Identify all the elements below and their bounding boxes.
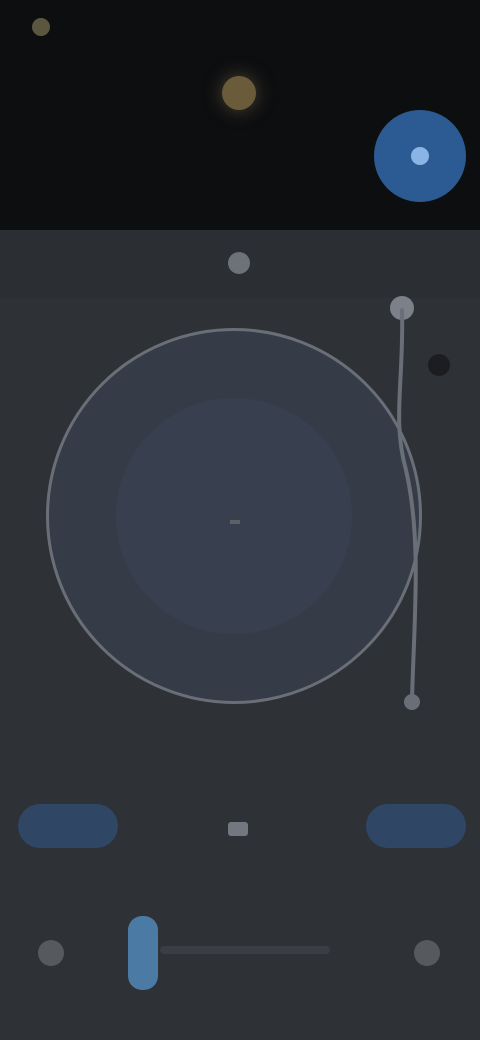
left-action-button[interactable] — [18, 804, 118, 848]
pitch-slider-thumb[interactable] — [128, 916, 158, 990]
right-nav-icon[interactable] — [414, 940, 440, 966]
center-control-icon[interactable] — [228, 822, 248, 836]
right-action-button[interactable] — [366, 804, 466, 848]
tonearm-head-icon — [404, 694, 420, 710]
tonearm — [397, 308, 418, 702]
left-nav-icon[interactable] — [38, 940, 64, 966]
pitch-slider-track[interactable] — [160, 946, 330, 954]
